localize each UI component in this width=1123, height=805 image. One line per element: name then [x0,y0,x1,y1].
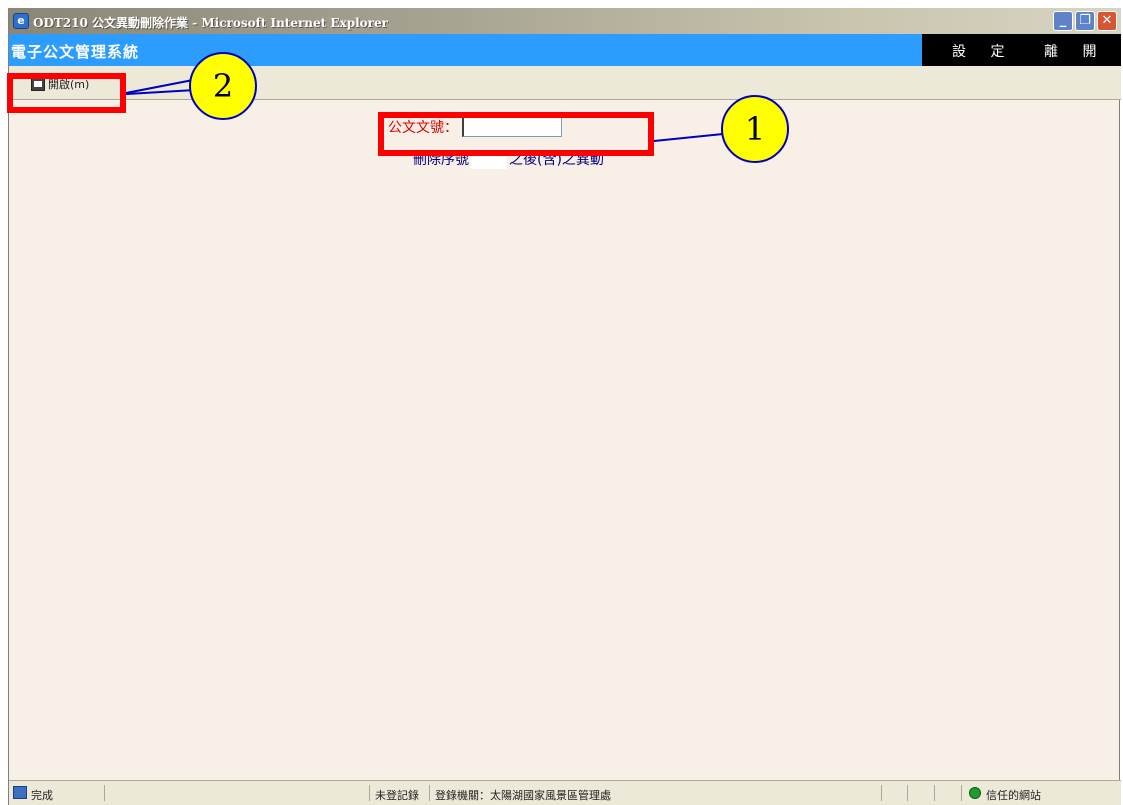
app-header: 電子公文管理系統 設 定 離 開 [9,34,1121,66]
callout-2: 2 [189,52,257,120]
app-title: 電子公文管理系統 [11,43,140,61]
trusted-site-icon [969,787,981,799]
callout-1: 1 [721,95,789,163]
status-divider [881,785,882,801]
status-divider [907,785,908,801]
status-text: 完成 [31,789,53,802]
status-bar: 完成 未登記錄 登錄機關：太陽湖國家風景區管理處 信任的網站 [9,780,1121,805]
menu-settings[interactable]: 設 定 [952,41,1014,61]
title-bar: e ODT210 公文異動刪除作業 - Microsoft Internet E… [9,8,1121,34]
annotation-box-1 [378,112,654,156]
status-divider [104,785,105,801]
agency-status: 登錄機關：太陽湖國家風景區管理處 [435,789,611,802]
status-divider [369,785,370,801]
annotation-box-2 [7,73,126,113]
record-status: 未登記錄 [375,789,419,802]
status-divider [429,785,430,801]
top-menu: 設 定 離 開 [922,34,1121,66]
status-divider [961,785,962,801]
status-divider [934,785,935,801]
toolbar: 開啟(m) [9,66,1121,100]
menu-exit[interactable]: 離 開 [1044,41,1106,61]
close-button[interactable]: ✕ [1097,11,1117,31]
security-zone: 信任的網站 [986,789,1041,802]
internet-explorer-icon: e [13,13,29,29]
maximize-button[interactable]: ❐ [1075,11,1095,31]
minimize-button[interactable]: _ [1053,11,1073,31]
window-title: ODT210 公文異動刪除作業 - Microsoft Internet Exp… [33,16,388,30]
page-icon [13,786,27,799]
